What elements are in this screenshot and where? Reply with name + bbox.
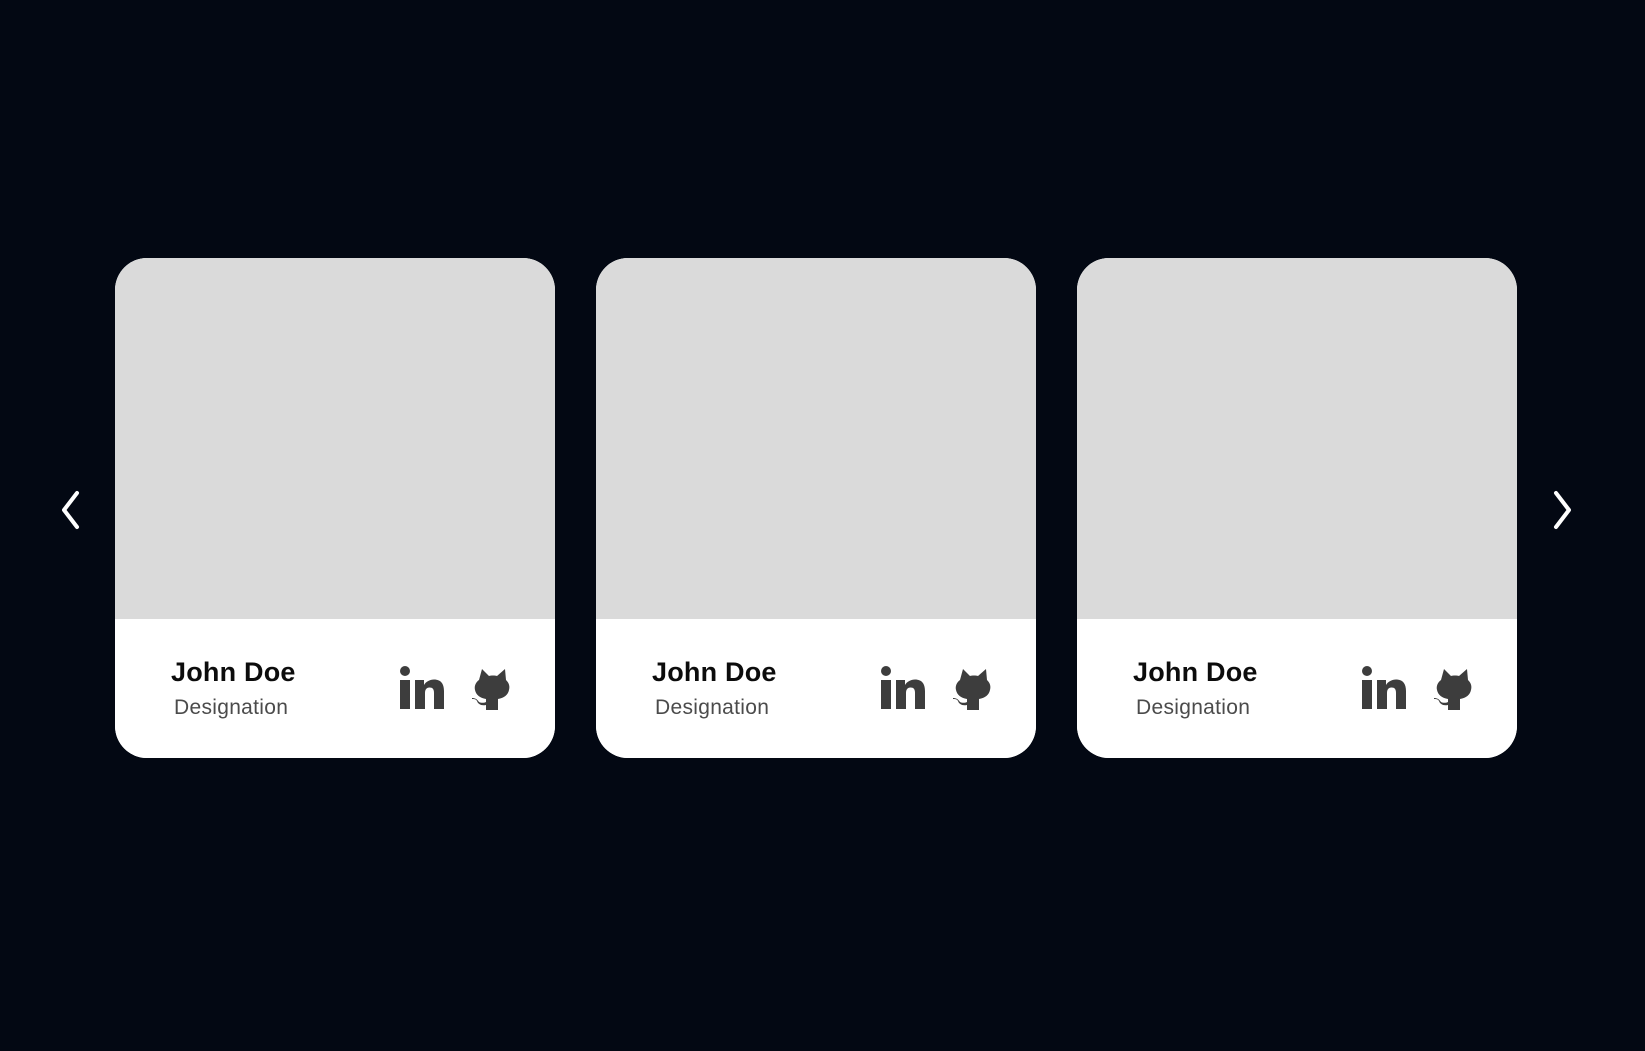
team-card: John Doe Designation: [596, 258, 1036, 758]
card-footer: John Doe Designation: [115, 619, 555, 758]
member-name: John Doe: [1133, 657, 1258, 687]
chevron-right-icon: [1554, 491, 1571, 529]
next-button[interactable]: [1540, 484, 1584, 536]
linkedin-icon[interactable]: [399, 665, 445, 711]
linkedin-icon[interactable]: [1361, 665, 1407, 711]
member-designation: Designation: [1136, 696, 1251, 719]
previous-button[interactable]: [49, 484, 93, 536]
github-icon[interactable]: [950, 665, 996, 711]
member-photo-placeholder: [115, 258, 555, 619]
member-designation: Designation: [655, 696, 770, 719]
member-photo-placeholder: [596, 258, 1036, 619]
member-designation: Designation: [174, 696, 289, 719]
member-name: John Doe: [171, 657, 296, 687]
card-footer: John Doe Designation: [1077, 619, 1517, 758]
linkedin-icon[interactable]: [880, 665, 926, 711]
member-photo-placeholder: [1077, 258, 1517, 619]
team-carousel: John Doe Designation John Doe Designatio…: [0, 0, 1645, 1051]
team-card: John Doe Designation: [115, 258, 555, 758]
team-card: John Doe Designation: [1077, 258, 1517, 758]
github-icon[interactable]: [1431, 665, 1477, 711]
member-name: John Doe: [652, 657, 777, 687]
github-icon[interactable]: [469, 665, 515, 711]
card-footer: John Doe Designation: [596, 619, 1036, 758]
chevron-left-icon: [62, 491, 79, 529]
